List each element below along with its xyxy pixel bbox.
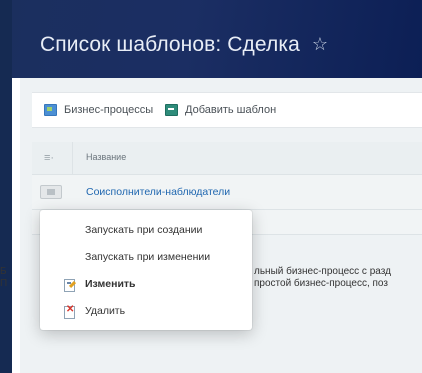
page-title-text: Список шаблонов: Сделка (40, 33, 300, 56)
table-row[interactable]: Соисполнители-наблюдатели (32, 175, 422, 210)
page-title: Список шаблонов: Сделка ☆ (40, 33, 328, 57)
business-processes-button[interactable]: Бизнес-процессы (44, 101, 153, 119)
description-text-left-1: Б (0, 266, 7, 277)
description-text-right-1: льный бизнес-процесс с разд (254, 266, 391, 277)
menu-item-label: Запускать при изменении (85, 251, 211, 263)
menu-item-edit[interactable]: Изменить (40, 273, 252, 295)
grid-settings-menu-icon[interactable]: ≡· (44, 152, 54, 164)
menu-item-run-on-create[interactable]: Запускать при создании (40, 219, 252, 241)
menu-item-delete[interactable]: Удалить (40, 300, 252, 322)
delete-icon (64, 304, 75, 319)
grid-header: ≡· Название (32, 142, 422, 175)
edit-icon (64, 279, 75, 292)
add-template-label: Добавить шаблон (185, 104, 277, 116)
row-actions-icon[interactable] (40, 185, 62, 199)
menu-item-label: Удалить (85, 305, 126, 317)
description-text-right-2: простой бизнес-процесс, поз (254, 278, 388, 289)
column-header-name[interactable]: Название (86, 152, 126, 162)
description-text-left-2: П (0, 278, 8, 289)
add-template-icon (165, 104, 178, 116)
add-template-button[interactable]: Добавить шаблон (165, 101, 276, 119)
favorite-star-icon[interactable]: ☆ (312, 34, 328, 55)
left-strip (0, 0, 12, 373)
toolbar: Бизнес-процессы Добавить шаблон (32, 92, 422, 128)
menu-item-label: Изменить (85, 278, 136, 290)
menu-item-run-on-change[interactable]: Запускать при изменении (40, 246, 252, 268)
page-header: Список шаблонов: Сделка ☆ (0, 0, 422, 373)
business-processes-label: Бизнес-процессы (64, 104, 154, 116)
business-process-icon (44, 104, 57, 116)
template-name-link[interactable]: Соисполнители-наблюдатели (86, 186, 230, 198)
column-divider (72, 142, 73, 174)
context-menu: Запускать при создании Запускать при изм… (40, 210, 252, 330)
menu-item-label: Запускать при создании (85, 224, 203, 236)
